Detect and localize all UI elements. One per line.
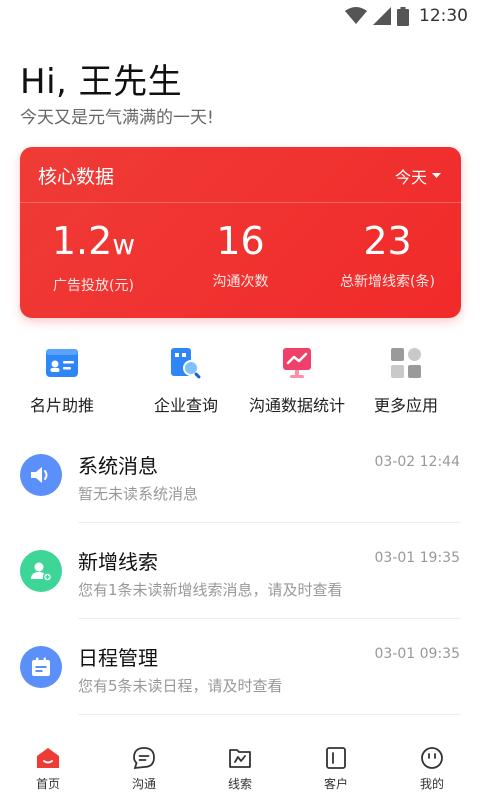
message-item-system[interactable]: 系统消息 03-02 12:44 暂无未读系统消息: [0, 430, 480, 526]
clue-icon: [228, 746, 252, 770]
period-label: 今天: [394, 168, 427, 187]
battery-icon: [397, 6, 409, 26]
stat-ad-spend: 1.2w 广告投放(元): [20, 219, 167, 295]
core-data-card: 核心数据 今天 1.2w 广告投放(元) 16 沟通次数 23 总新增线索(条): [20, 147, 461, 318]
message-divider: [78, 522, 460, 523]
nav-item-clues[interactable]: 线索: [192, 738, 288, 800]
nav-label: 沟通: [131, 777, 156, 791]
wifi-icon: [345, 7, 367, 24]
app-label: 名片助推: [29, 396, 94, 415]
status-time: 12:30: [419, 6, 468, 26]
nav-item-chat[interactable]: 沟通: [96, 738, 192, 800]
chart-stats-icon: [280, 346, 314, 380]
stat-label: 沟通次数: [212, 274, 269, 290]
signal-icon: [373, 7, 391, 25]
business-card-icon: [45, 346, 79, 380]
message-time: 03-02 12:44: [374, 454, 460, 470]
company-search-icon: [169, 346, 203, 380]
nav-label: 我的: [419, 777, 444, 791]
app-label: 企业查询: [153, 396, 218, 415]
greeting-title: Hi, 王先生: [20, 62, 183, 102]
app-company-search[interactable]: 企业查询: [126, 346, 246, 416]
greeting-subtitle: 今天又是元气满满的一天!: [20, 108, 214, 128]
stat-value: 16: [167, 219, 314, 263]
message-time: 03-01 19:35: [374, 550, 460, 566]
home-icon: [36, 746, 60, 770]
message-desc: 您有1条未读新增线索消息，请及时查看: [78, 581, 343, 599]
stat-number: 23: [363, 219, 412, 263]
message-desc: 暂无未读系统消息: [78, 485, 199, 503]
message-desc: 您有5条未读日程，请及时查看: [78, 677, 283, 695]
quick-apps: 名片助推 企业查询 沟通数据统计 更多应用: [0, 346, 480, 416]
stat-number: 16: [216, 219, 265, 263]
chat-icon: [132, 746, 156, 770]
app-communication-stats[interactable]: 沟通数据统计: [237, 346, 357, 416]
stat-number: 1.2: [51, 219, 113, 263]
caret-down-icon: [432, 173, 441, 178]
nav-label: 客户: [323, 777, 348, 791]
stat-unit: w: [112, 228, 136, 261]
message-divider: [78, 714, 460, 715]
more-apps-icon: [389, 346, 423, 380]
message-time: 03-01 09:35: [374, 646, 460, 662]
nav-item-home[interactable]: 首页: [0, 738, 96, 800]
app-business-card[interactable]: 名片助推: [2, 346, 122, 416]
app-label: 更多应用: [373, 396, 438, 415]
core-data-title: 核心数据: [38, 166, 115, 188]
card-divider: [20, 202, 461, 203]
nav-label: 线索: [227, 777, 252, 791]
profile-icon: [420, 746, 444, 770]
status-bar: 12:30: [0, 0, 480, 34]
stat-new-leads: 23 总新增线索(条): [314, 219, 461, 291]
app-more[interactable]: 更多应用: [346, 346, 466, 416]
nav-label: 首页: [35, 777, 60, 791]
bottom-nav: 首页 沟通 线索 客户 我的: [0, 738, 480, 800]
period-selector[interactable]: 今天: [395, 164, 441, 188]
stat-value: 1.2w: [20, 219, 167, 267]
stat-value: 23: [314, 219, 461, 263]
customer-icon: [324, 746, 348, 770]
stat-label: 总新增线索(条): [340, 274, 435, 290]
speaker-icon: [20, 454, 62, 496]
user-add-icon: [20, 550, 62, 592]
nav-item-profile[interactable]: 我的: [384, 738, 480, 800]
message-item-schedule[interactable]: 日程管理 03-01 09:35 您有5条未读日程，请及时查看: [0, 622, 480, 718]
message-item-leads[interactable]: 新增线索 03-01 19:35 您有1条未读新增线索消息，请及时查看: [0, 526, 480, 622]
message-divider: [78, 618, 460, 619]
stat-label: 广告投放(元): [53, 278, 134, 294]
message-title: 系统消息: [78, 454, 158, 478]
message-title: 日程管理: [78, 646, 158, 670]
app-label: 沟通数据统计: [248, 396, 345, 415]
stat-communications: 16 沟通次数: [167, 219, 314, 291]
calendar-icon: [20, 646, 62, 688]
message-title: 新增线索: [78, 550, 158, 574]
status-icons: 12:30: [345, 6, 468, 26]
nav-item-customers[interactable]: 客户: [288, 738, 384, 800]
